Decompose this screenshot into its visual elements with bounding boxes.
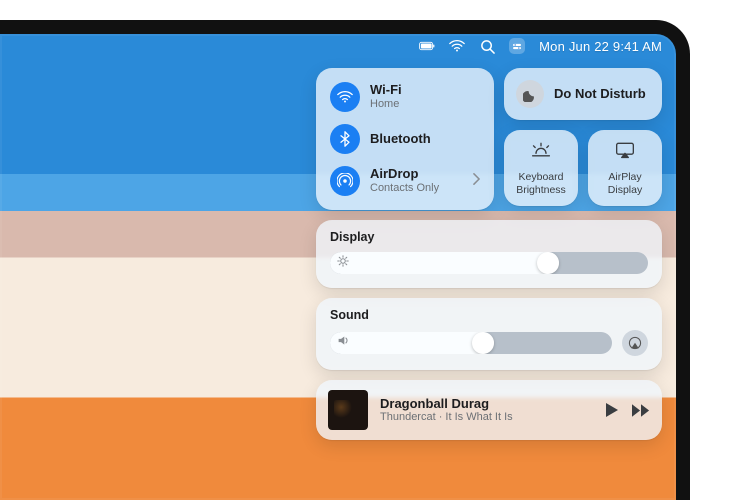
wifi-title: Wi-Fi [370,83,402,98]
menu-bar: Mon Jun 22 9:41 AM [0,34,676,58]
control-center-menubar-icon[interactable] [509,38,525,54]
sound-card: Sound [316,298,662,370]
sound-header: Sound [330,308,648,322]
wifi-icon [330,82,360,112]
now-playing-title: Dragonball Durag [380,396,594,412]
bluetooth-row[interactable]: Bluetooth [326,120,486,158]
menubar-datetime[interactable]: Mon Jun 22 9:41 AM [539,39,662,54]
display-card: Display [316,220,662,288]
network-card: Wi-Fi Home Bluetooth [316,68,494,210]
bluetooth-icon [330,124,360,154]
display-bezel: Mon Jun 22 9:41 AM [0,20,690,500]
display-brightness-slider[interactable] [330,252,648,274]
airdrop-title: AirDrop [370,167,439,182]
spotlight-search-icon[interactable] [479,38,495,54]
airplay-display-card[interactable]: AirPlay Display [588,130,662,206]
speaker-icon [337,334,350,352]
album-art [328,390,368,430]
airdrop-subtitle: Contacts Only [370,182,439,195]
sound-output-button[interactable] [622,330,648,356]
now-playing-card[interactable]: Dragonball Durag Thundercat · It Is What… [316,380,662,440]
wifi-row[interactable]: Wi-Fi Home [326,78,486,116]
airdrop-icon [330,166,360,196]
sound-volume-slider[interactable] [330,332,612,354]
moon-icon [516,80,544,108]
keyboard-brightness-icon [531,140,551,165]
sun-icon [337,254,349,272]
screenshot-frame: Mon Jun 22 9:41 AM [0,0,750,500]
control-center-panel: Wi-Fi Home Bluetooth [316,68,662,440]
wifi-subtitle: Home [370,98,402,111]
keyboard-brightness-card[interactable]: Keyboard Brightness [504,130,578,206]
do-not-disturb-card[interactable]: Do Not Disturb [504,68,662,120]
now-playing-subtitle: Thundercat · It Is What It Is [380,411,594,424]
battery-icon[interactable] [419,38,435,54]
display-header: Display [330,230,648,244]
airplay-icon [615,140,635,165]
play-button[interactable] [606,403,618,417]
airplay-display-label: AirPlay Display [592,171,658,195]
bluetooth-title: Bluetooth [370,132,431,147]
dnd-title: Do Not Disturb [554,87,646,102]
wifi-status-icon[interactable] [449,38,465,54]
keyboard-brightness-label: Keyboard Brightness [508,171,574,195]
next-track-button[interactable] [632,404,650,417]
airdrop-row[interactable]: AirDrop Contacts Only [326,162,486,200]
chevron-right-icon [473,172,480,190]
